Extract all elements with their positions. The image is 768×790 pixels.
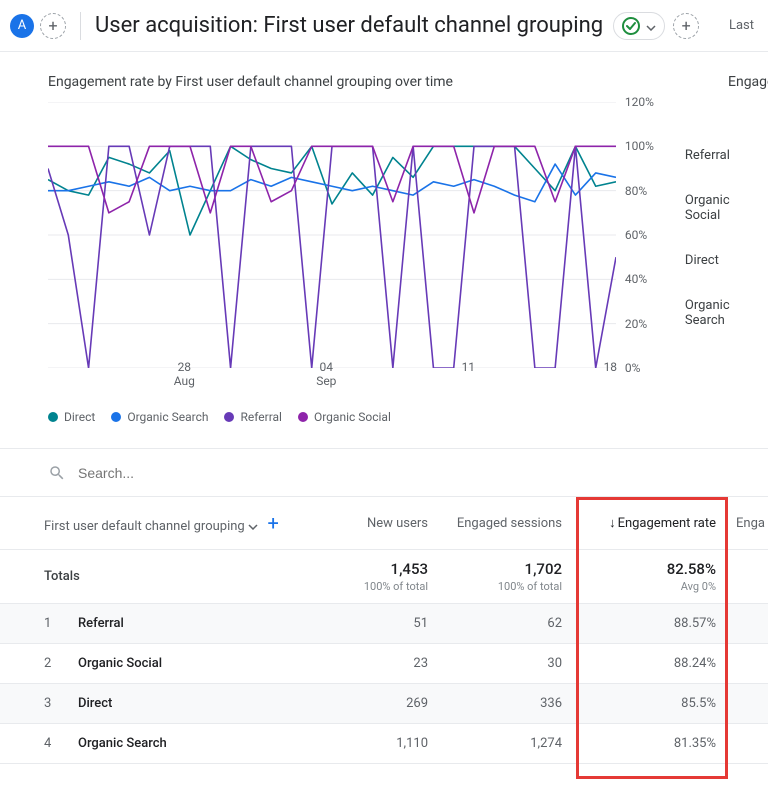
table-search-row — [0, 449, 768, 497]
chart-title: Engagement rate by First user default ch… — [48, 74, 768, 90]
totals-engagement-rate: 82.58% — [582, 560, 716, 578]
column-new-users[interactable]: New users — [348, 497, 438, 550]
totals-engaged-sessions: 1,702 — [448, 560, 562, 578]
add-comparison-button[interactable]: + — [40, 13, 66, 39]
column-engaged-sessions[interactable]: Engaged sessions — [438, 497, 572, 550]
column-extra[interactable]: Enga — [726, 497, 768, 550]
secondary-chart-title: Engagement r — [728, 74, 768, 90]
side-legend: Referral Organic Social Direct Organic Sear… — [685, 102, 768, 392]
page-title: User acquisition: First user default cha… — [95, 13, 603, 38]
page-header: A + User acquisition: First user default… — [0, 0, 768, 52]
chevron-down-icon — [248, 524, 258, 530]
add-dimension-button[interactable]: + — [261, 511, 285, 535]
account-avatar[interactable]: A — [10, 14, 34, 38]
date-range-label[interactable]: Last — [729, 18, 758, 33]
table-row[interactable]: 3Direct26933685.5% — [0, 684, 768, 724]
side-legend-item[interactable]: Organic Social — [685, 193, 768, 223]
divider — [80, 12, 81, 40]
chevron-down-icon — [646, 16, 656, 35]
totals-new-users: 1,453 — [358, 560, 428, 578]
x-axis-labels: 28Aug04Sep1118 — [48, 360, 616, 392]
table-row[interactable]: 4Organic Search1,1101,27481.35% — [0, 724, 768, 764]
sort-descending-icon: ↓ — [609, 516, 616, 531]
legend-item[interactable]: Referral — [224, 410, 282, 424]
totals-label: Totals — [44, 569, 80, 584]
add-filter-button[interactable]: + — [673, 13, 699, 39]
side-legend-item[interactable]: Referral — [685, 148, 768, 163]
status-dropdown[interactable] — [613, 12, 665, 40]
dimension-header[interactable]: First user default channel grouping — [44, 519, 245, 534]
table-row[interactable]: 1Referral516288.57% — [0, 604, 768, 644]
side-legend-item[interactable]: Direct — [685, 253, 768, 268]
engagement-chart[interactable]: 120%100%80%60%40%20%0% 28Aug04Sep1118 — [48, 102, 585, 392]
column-engagement-rate[interactable]: ↓Engagement rate — [572, 497, 726, 550]
side-legend-item[interactable]: Organic Search — [685, 298, 768, 328]
legend-item[interactable]: Organic Search — [111, 410, 208, 424]
check-circle-icon — [622, 17, 640, 35]
search-input[interactable] — [78, 465, 378, 481]
data-table: First user default channel grouping + Ne… — [0, 497, 768, 764]
search-icon — [48, 464, 66, 482]
table-row[interactable]: 2Organic Social233088.24% — [0, 644, 768, 684]
legend-item[interactable]: Direct — [48, 410, 95, 424]
legend-item[interactable]: Organic Social — [298, 410, 391, 424]
chart-legend: Direct Organic Search Referral Organic Soci… — [48, 410, 768, 424]
